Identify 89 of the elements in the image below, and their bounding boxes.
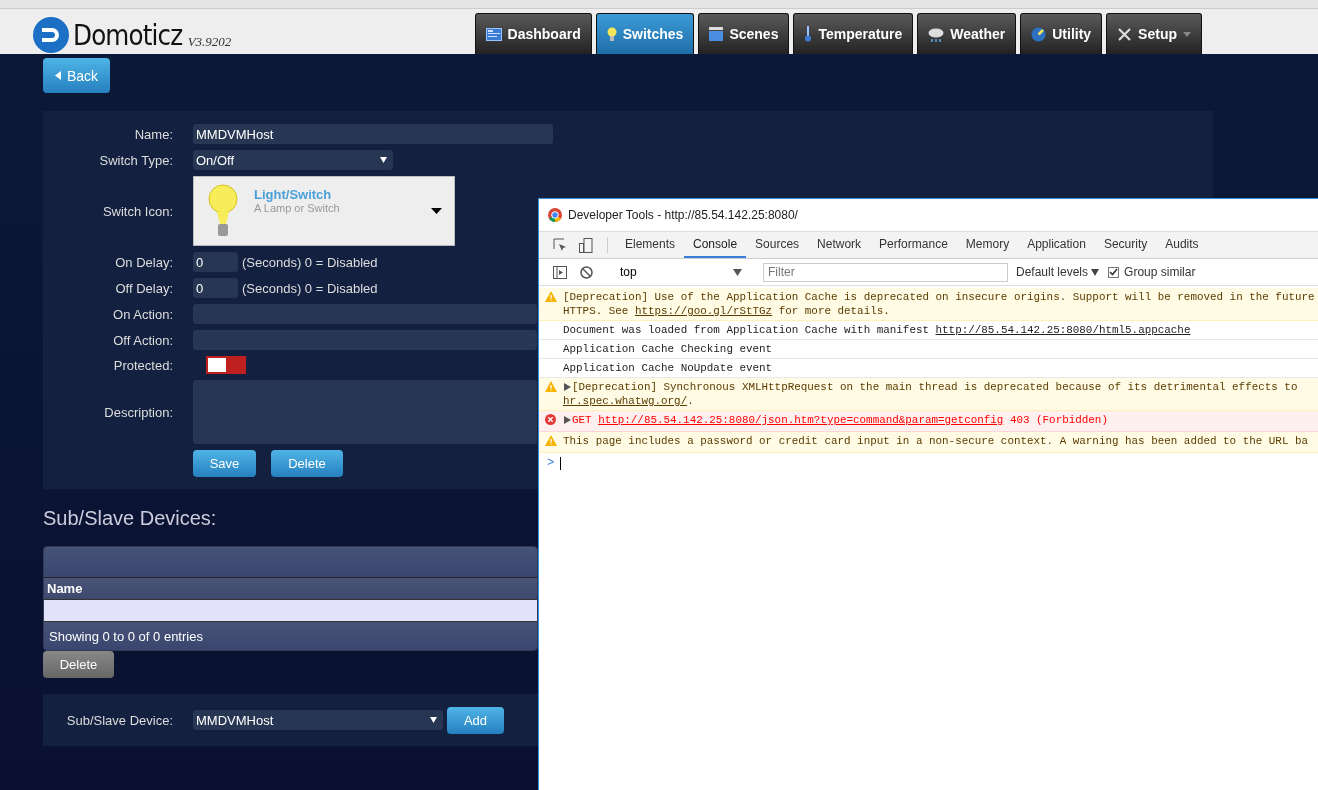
- field-label: Description:: [103, 404, 174, 420]
- nav-tab[interactable]: Weather: [917, 13, 1017, 54]
- message-text: Application Cache Checking event: [563, 342, 773, 356]
- caret-icon: [380, 157, 387, 163]
- context-select[interactable]: top: [616, 265, 746, 279]
- caret-icon: [1091, 268, 1100, 276]
- nav-tab[interactable]: Scenes: [698, 13, 790, 54]
- message-text: [Deprecation] Synchronous XMLHttpRequest on the main thread is deprecated because of its detrimental effects to: [572, 380, 1298, 394]
- message-text: Document was loaded from Application Cache with manifest http://85.54.142.25:8080/html5.appcache: [563, 323, 1191, 337]
- devtools-tab[interactable]: Network: [808, 232, 871, 258]
- action-field[interactable]: [193, 304, 537, 324]
- version-label: V3.9202: [187, 34, 232, 50]
- devtools-tab[interactable]: Sources: [746, 232, 809, 258]
- devtools-tab[interactable]: Application: [1018, 232, 1095, 258]
- field-label: Switch Type:: [98, 152, 174, 168]
- devtools-tab[interactable]: Performance: [870, 232, 957, 258]
- thermometer-icon: [804, 26, 813, 42]
- caret-icon: [431, 208, 442, 214]
- device-icon[interactable]: [579, 237, 593, 253]
- window-title: Developer Tools - http://85.54.142.25:8080/: [568, 208, 798, 222]
- inspect-icon[interactable]: [552, 237, 568, 253]
- action-field[interactable]: [193, 330, 537, 350]
- clear-icon[interactable]: [579, 265, 593, 279]
- delay-hint: (Seconds) 0 = Disabled: [242, 280, 378, 296]
- field-label: Sub/Slave Device:: [65, 712, 174, 728]
- switch-type-select[interactable]: On/Off: [193, 150, 393, 170]
- name-field[interactable]: MMDVMHost: [193, 124, 553, 144]
- caret-icon: [430, 717, 437, 723]
- nav-tab[interactable]: Dashboard: [474, 13, 592, 54]
- message-link[interactable]: http://85.54.142.25:8080/json.htm?type=command&param=getconfig: [598, 414, 1004, 426]
- error-icon: [545, 414, 556, 425]
- field-label: Protected:: [112, 357, 174, 373]
- message-link[interactable]: https://goo.gl/rStTGz: [634, 305, 773, 317]
- column-header[interactable]: Name: [44, 577, 537, 599]
- table-info: Showing 0 to 0 of 0 entries: [49, 628, 203, 644]
- message-text: HTTPS. See https://goo.gl/rStTGz for more details.: [563, 304, 890, 318]
- icon-description: A Lamp or Switch: [254, 202, 341, 214]
- icon-title: Light/Switch: [254, 187, 333, 202]
- group-similar-checkbox[interactable]: Group similar: [1108, 265, 1196, 279]
- nav-tab[interactable]: Temperature: [793, 13, 914, 54]
- clapperboard-icon: [709, 27, 724, 41]
- devtools-tab[interactable]: Audits: [1156, 232, 1208, 258]
- warning-icon: [545, 291, 557, 302]
- browser-icon: [548, 208, 562, 222]
- nav-tab[interactable]: Setup: [1106, 13, 1202, 54]
- delay-field[interactable]: 0: [193, 252, 238, 272]
- delay-field[interactable]: 0: [193, 278, 238, 298]
- message-text: hr.spec.whatwg.org/.: [563, 394, 694, 408]
- check-icon: [1109, 268, 1119, 276]
- field-label: Name:: [133, 126, 174, 142]
- console-prompt: >: [547, 456, 555, 470]
- nav-tab[interactable]: Utility: [1020, 13, 1103, 54]
- message-text: Application Cache NoUpdate event: [563, 361, 773, 375]
- logo-text: Domoticz: [73, 17, 183, 53]
- section-heading: Sub/Slave Devices:: [43, 507, 218, 530]
- field-label: Switch Icon:: [101, 203, 174, 219]
- field-label: Off Delay:: [114, 280, 174, 296]
- message-text: This page includes a password or credit card input in a non-secure context. A warning has been added to the URL ba: [563, 434, 1309, 448]
- levels-dropdown[interactable]: Default levels: [1016, 265, 1100, 279]
- message-link[interactable]: http://85.54.142.25:8080/html5.appcache: [935, 324, 1191, 336]
- expand-icon[interactable]: [563, 416, 571, 424]
- field-label: On Action:: [112, 306, 174, 322]
- message-text: [Deprecation] Use of the Application Cache is deprecated on insecure origins. Support will be removed in the future: [563, 290, 1315, 304]
- back-arrow-icon: [55, 71, 61, 80]
- protected-toggle[interactable]: [206, 356, 246, 374]
- message-text: GET http://85.54.142.25:8080/json.htm?type=command&param=getconfig 403 (Forbidden): [572, 413, 1108, 427]
- device-select[interactable]: MMDVMHost: [193, 710, 443, 730]
- field-label: Off Action:: [112, 332, 174, 348]
- gauge-icon: [1031, 26, 1047, 42]
- devtools-tab[interactable]: Security: [1094, 232, 1157, 258]
- filter-field[interactable]: Filter: [763, 262, 1008, 282]
- expand-icon[interactable]: [563, 383, 571, 391]
- lightbulb-icon: [606, 26, 617, 42]
- description-field[interactable]: [193, 380, 537, 444]
- warning-icon: [545, 435, 557, 446]
- logo-icon: [33, 17, 69, 53]
- warning-icon: [545, 381, 557, 392]
- message-link[interactable]: hr.spec.whatwg.org/: [563, 395, 688, 407]
- cloud-rain-icon: [928, 26, 945, 42]
- tools-icon: [1117, 26, 1133, 42]
- field-label: On Delay:: [114, 254, 174, 270]
- devtools-tab[interactable]: Memory: [956, 232, 1019, 258]
- caret-icon: [733, 268, 742, 276]
- devtools-tab[interactable]: Elements: [616, 232, 685, 258]
- sidebar-icon[interactable]: [553, 265, 567, 279]
- devtools-tab[interactable]: Console: [684, 232, 747, 258]
- delay-hint: (Seconds) 0 = Disabled: [242, 254, 378, 270]
- nav-tab[interactable]: Switches: [595, 13, 695, 54]
- monitor-icon: [485, 27, 502, 41]
